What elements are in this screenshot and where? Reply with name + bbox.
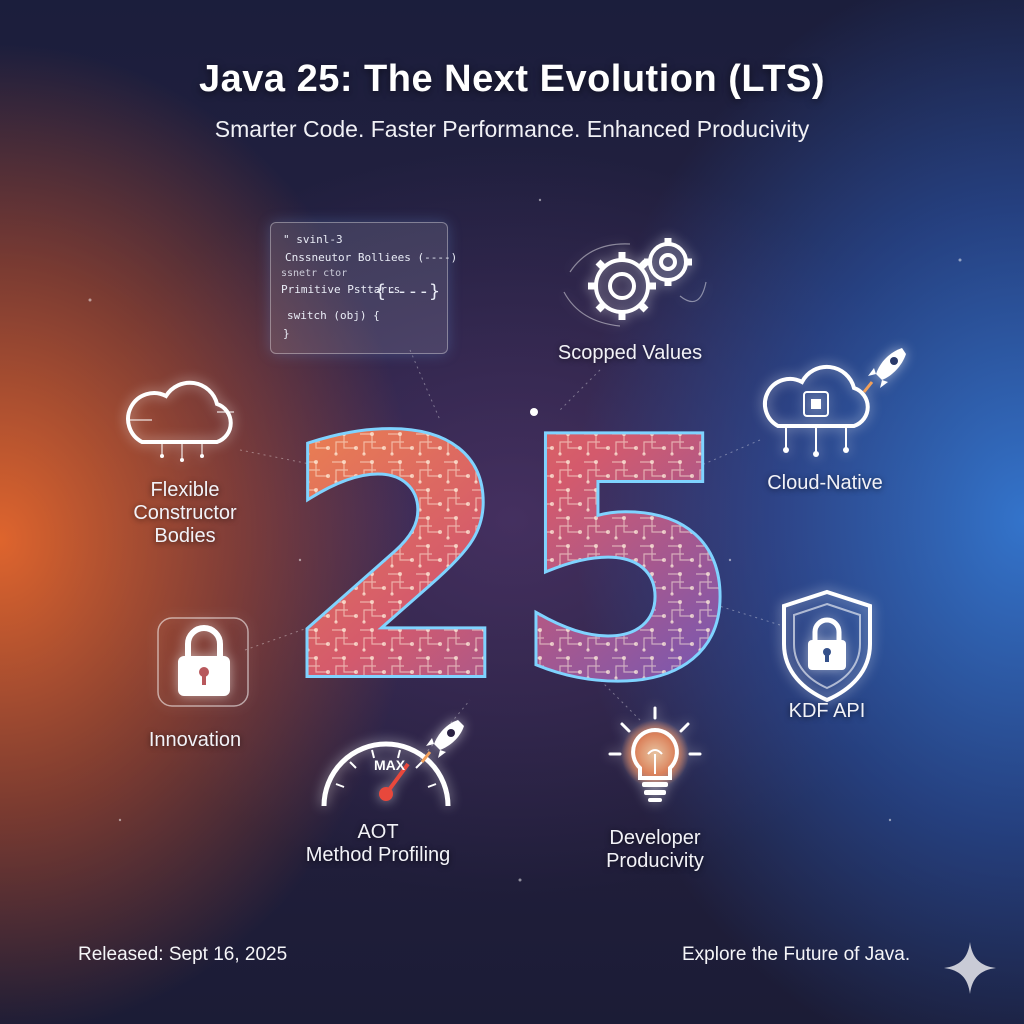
feature-label-flexible-constructor: Flexible Constructor Bodies <box>100 479 270 548</box>
hero-number-circuit-overlay: 25 <box>282 369 741 753</box>
feature-line: Flexible <box>150 479 220 501</box>
rocket-icon <box>420 720 464 763</box>
gauge-label: MAX <box>374 757 406 773</box>
feature-label-cloud-native: Cloud-Native <box>767 472 883 494</box>
code-line: } <box>283 327 290 340</box>
code-line: switch (obj) { <box>287 309 380 322</box>
feature-line: Producivity <box>606 850 704 872</box>
code-snippet-card: " svinl-3 Cnssneutor Bolliees (----) ssn… <box>270 222 457 354</box>
feature-line: Developer <box>609 827 701 849</box>
code-line: ssnetr ctor <box>281 268 348 279</box>
feature-label-scoped-values: Scopped Values <box>557 342 703 364</box>
code-line: " svinl-3 <box>283 233 343 246</box>
cloud-circuit-icon <box>126 380 234 462</box>
feature-label-kdf-api: KDF API <box>788 700 866 722</box>
gears-icon <box>563 238 707 327</box>
lightbulb-icon <box>608 706 702 802</box>
shield-lock-icon <box>782 589 872 703</box>
explore-tagline: Explore the Future of Java. <box>682 944 911 965</box>
sparkle-icon <box>944 942 996 994</box>
hero-numeral: 25 25 <box>279 366 744 756</box>
page-subtitle: Smarter Code. Faster Performance. Enhanc… <box>214 116 810 142</box>
feature-line: Constructor <box>133 502 237 524</box>
feature-line: Method Profiling <box>305 844 451 866</box>
feature-label-innovation: Innovation <box>148 729 242 751</box>
feature-line: AOT <box>357 821 399 843</box>
sparkle-dot <box>530 408 538 416</box>
padlock-circuit-icon <box>157 617 249 707</box>
feature-label-developer-productivity: Developer Producivity <box>560 827 750 873</box>
release-date: Released: Sept 16, 2025 <box>78 944 288 965</box>
code-line: {----} <box>375 281 441 302</box>
code-line: Cnssneutor Bolliees (----) <box>285 251 458 264</box>
feature-line: Bodies <box>154 525 216 547</box>
feature-label-aot: AOT Method Profiling <box>278 821 478 867</box>
page-title: Java 25: The Next Evolution (LTS) <box>198 58 826 100</box>
rocket-icon <box>862 348 906 393</box>
